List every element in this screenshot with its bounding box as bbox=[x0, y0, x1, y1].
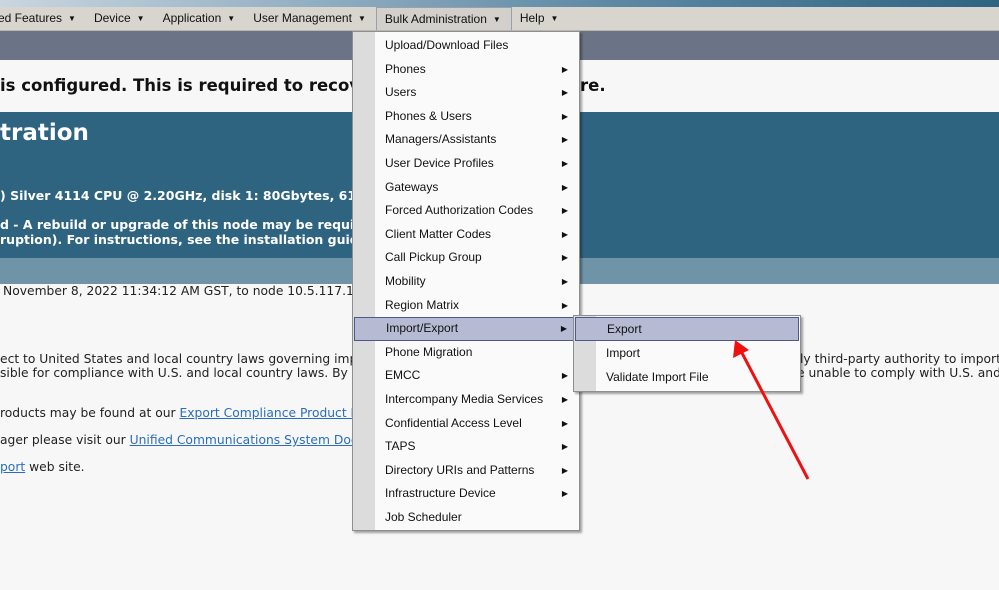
arrow-head bbox=[733, 340, 749, 358]
arrow-shaft bbox=[740, 352, 810, 480]
annotation-arrow bbox=[733, 340, 810, 480]
